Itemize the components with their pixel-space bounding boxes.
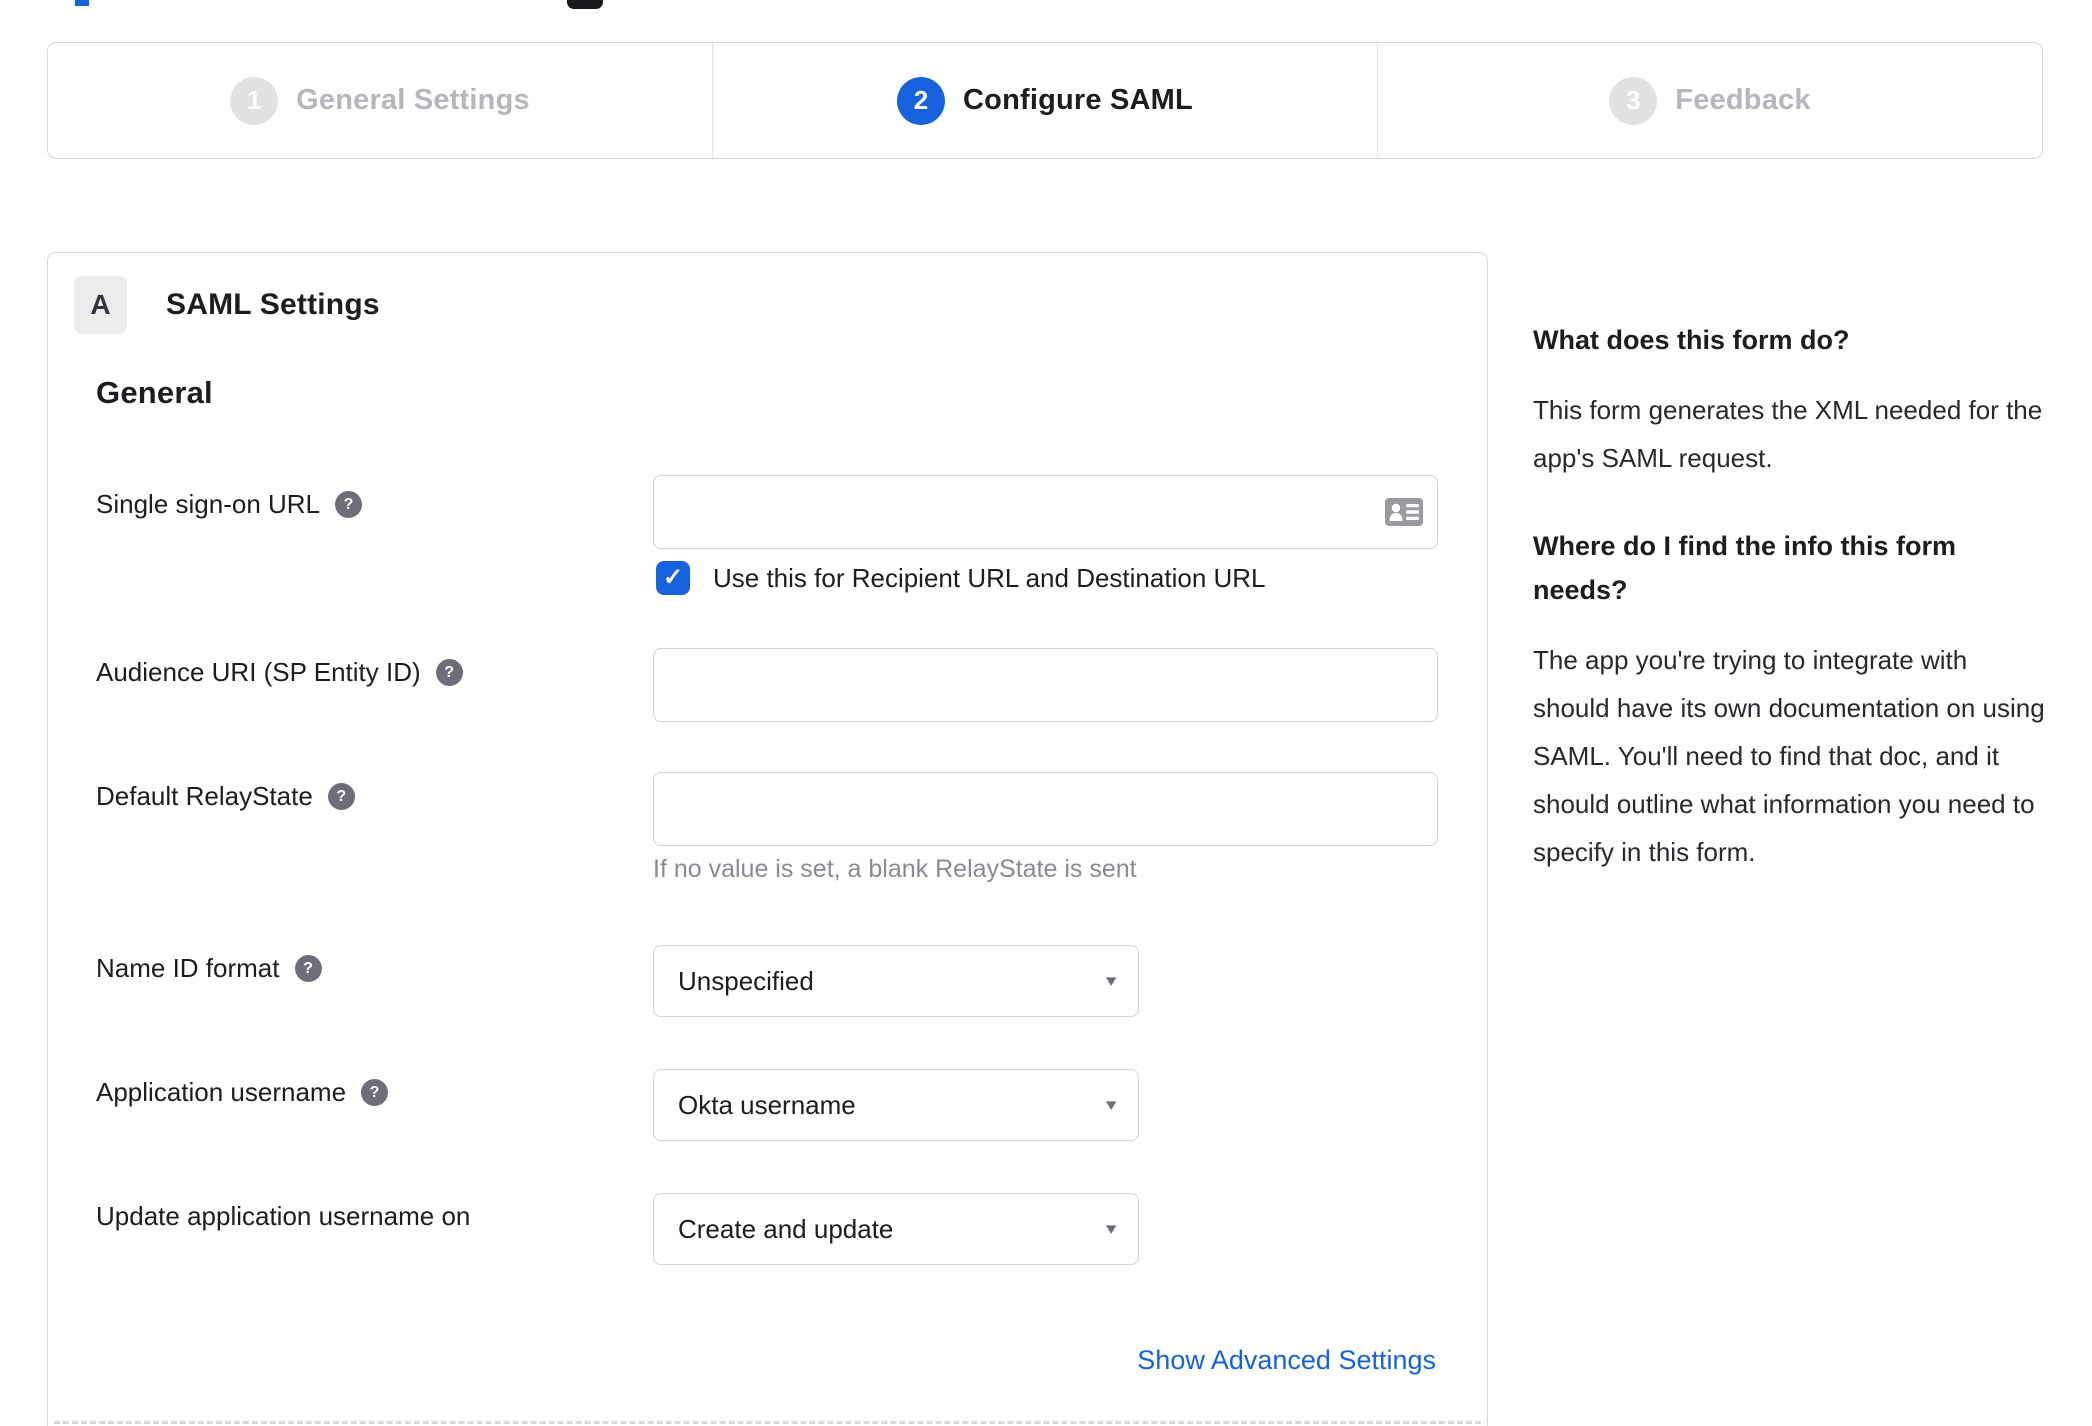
step-configure-saml[interactable]: 2 Configure SAML (712, 43, 1377, 158)
name-id-format-label: Name ID format (96, 953, 280, 983)
wizard-stepper: 1 General Settings 2 Configure SAML 3 Fe… (47, 42, 2043, 159)
name-id-format-value: Unspecified (678, 965, 814, 996)
show-advanced-settings-link[interactable]: Show Advanced Settings (1137, 1345, 1436, 1376)
application-username-value: Okta username (678, 1089, 856, 1120)
name-id-format-label-row: Name ID format ? (96, 953, 322, 984)
sidebar-question-2: Where do I find the info this form needs… (1533, 531, 1956, 605)
help-icon[interactable]: ? (327, 783, 355, 810)
cutoff-blue-fragment (75, 0, 89, 6)
step-2-label: Configure SAML (963, 84, 1193, 116)
help-icon[interactable]: ? (435, 659, 463, 686)
application-username-label: Application username (96, 1077, 347, 1107)
help-icon[interactable]: ? (361, 1079, 389, 1106)
sidebar-answer-2: The app you're trying to integrate with … (1533, 645, 2045, 867)
step-general-settings[interactable]: 1 General Settings (48, 43, 712, 158)
update-username-label-row: Update application username on (96, 1201, 470, 1232)
sidebar-answer-1: This form generates the XML needed for t… (1533, 395, 2043, 473)
help-icon[interactable]: ? (294, 955, 322, 982)
chevron-down-icon: ▾ (1106, 1219, 1118, 1238)
chevron-down-icon: ▾ (1106, 971, 1118, 990)
check-icon: ✓ (662, 564, 684, 591)
relaystate-hint: If no value is set, a blank RelayState i… (653, 855, 1137, 883)
update-username-value: Create and update (678, 1213, 894, 1244)
general-section-heading: General (96, 375, 213, 410)
step-1-circle: 1 (230, 76, 279, 125)
audience-uri-label-row: Audience URI (SP Entity ID) ? (96, 657, 463, 688)
update-username-select[interactable]: Create and update ▾ (653, 1193, 1139, 1265)
saml-wizard-screen: 1 General Settings 2 Configure SAML 3 Fe… (0, 0, 2092, 1426)
step-feedback[interactable]: 3 Feedback (1377, 43, 2042, 158)
name-id-format-select[interactable]: Unspecified ▾ (653, 945, 1139, 1017)
panel-title: SAML Settings (166, 288, 380, 321)
step-2-circle: 2 (897, 76, 946, 125)
application-username-label-row: Application username ? (96, 1077, 389, 1108)
use-for-recipient-destination-checkbox[interactable]: ✓ (656, 561, 690, 595)
cutoff-logo-fragment (567, 0, 603, 9)
sidebar-question-1: What does this form do? (1533, 325, 1850, 355)
use-for-recipient-destination-label: Use this for Recipient URL and Destinati… (713, 562, 1266, 593)
chevron-down-icon: ▾ (1106, 1095, 1118, 1114)
default-relaystate-input[interactable] (653, 772, 1438, 846)
default-relaystate-label: Default RelayState (96, 781, 313, 811)
update-username-label: Update application username on (96, 1201, 471, 1231)
step-1-label: General Settings (296, 84, 530, 116)
help-icon[interactable]: ? (335, 491, 363, 518)
help-sidebar: What does this form do? This form genera… (1533, 318, 2048, 918)
step-3-circle: 3 (1609, 76, 1658, 125)
step-3-label: Feedback (1675, 84, 1811, 116)
saml-settings-panel: A SAML Settings General Single sign-on U… (47, 252, 1488, 1426)
application-username-select[interactable]: Okta username ▾ (653, 1069, 1139, 1141)
single-sign-on-url-input[interactable] (653, 475, 1438, 549)
sso-url-label: Single sign-on URL (96, 489, 321, 519)
audience-uri-input[interactable] (653, 648, 1438, 722)
sso-url-label-row: Single sign-on URL ? (96, 489, 363, 520)
section-a-badge: A (74, 276, 127, 334)
default-relaystate-label-row: Default RelayState ? (96, 781, 355, 812)
audience-uri-label: Audience URI (SP Entity ID) (96, 657, 421, 687)
advanced-settings-divider (54, 1421, 1481, 1424)
